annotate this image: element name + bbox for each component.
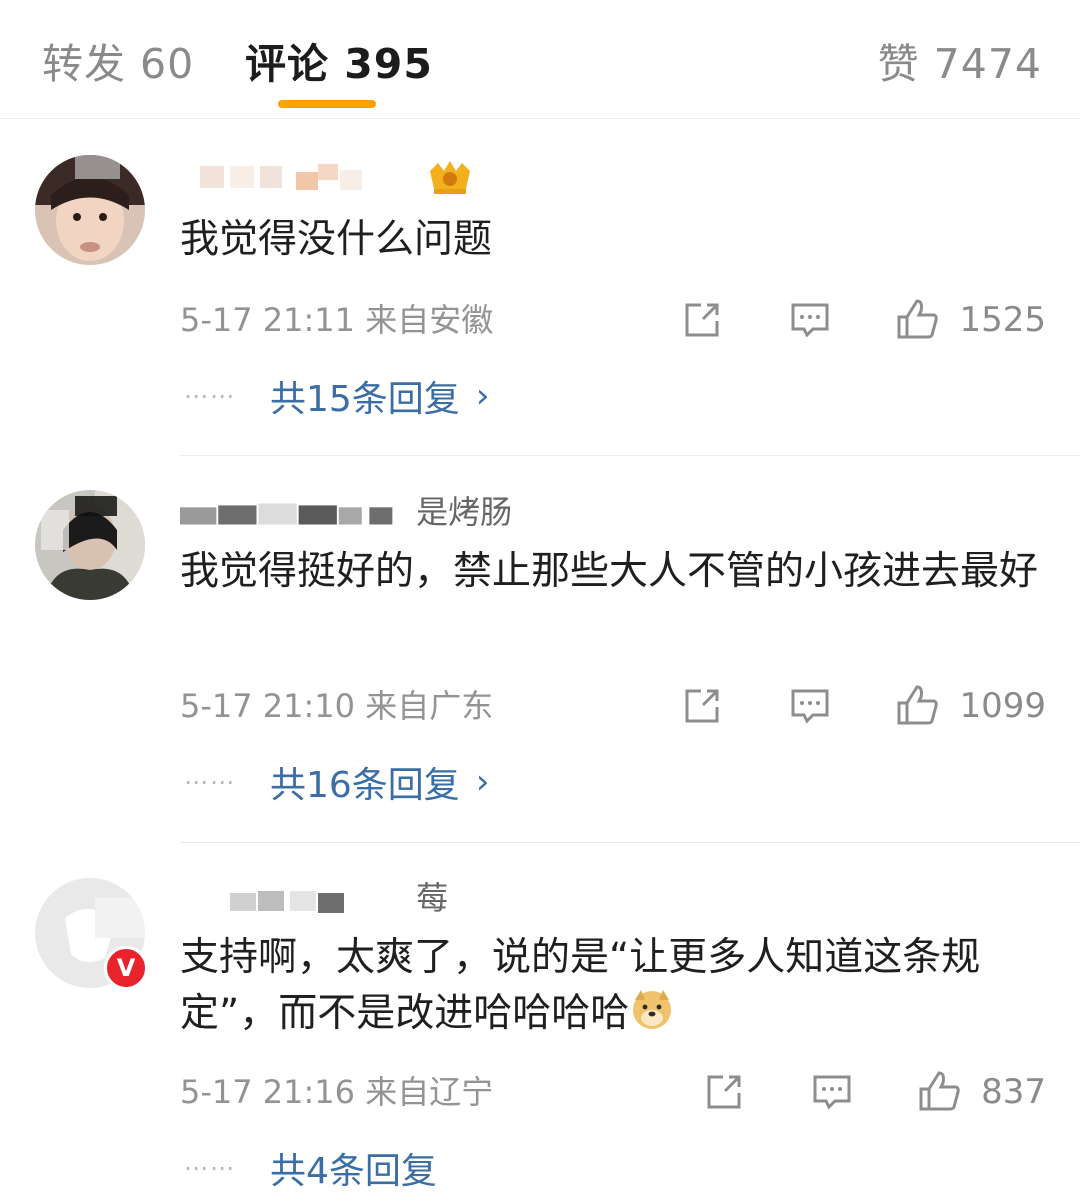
comment-meta: 5-17 21:11 来自安徽	[180, 301, 494, 339]
blurred-username	[180, 503, 393, 525]
comment-meta: 5-17 21:16 来自辽宁	[180, 1073, 494, 1111]
like-count: 1525	[959, 300, 1046, 340]
comment-text-body: 支持啊，太爽了，说的是“让更多人知道这条规定”，而不是改进哈哈哈哈	[180, 935, 981, 1036]
divider	[180, 455, 1080, 456]
username[interactable]: 莓	[180, 876, 448, 920]
share-icon[interactable]	[701, 1069, 747, 1115]
username-suffix: 莓	[416, 879, 449, 917]
comment-icon[interactable]	[787, 297, 833, 343]
verified-badge: V	[104, 946, 148, 990]
comment-actions: 1099	[679, 682, 1046, 730]
comment-text: 我觉得没什么问题	[180, 217, 493, 262]
share-icon[interactable]	[679, 297, 725, 343]
doge-emoji-icon	[633, 990, 672, 1029]
tab-comment[interactable]: 评论 395	[245, 30, 433, 90]
avatar[interactable]	[35, 490, 145, 600]
comment-meta: 5-17 21:10 来自广东	[180, 687, 494, 725]
comment-tabs: 转发 60 评论 395 赞 7474	[0, 0, 1080, 119]
like-icon[interactable]	[895, 297, 941, 343]
view-replies[interactable]: ⋯⋯ 共15条回复 ›	[184, 372, 489, 420]
like-icon[interactable]	[917, 1069, 963, 1115]
avatar[interactable]	[35, 155, 145, 265]
username[interactable]: 是烤肠	[180, 490, 512, 534]
comment-icon[interactable]	[787, 683, 833, 729]
tab-like[interactable]: 赞 7474	[878, 30, 1042, 90]
like-icon[interactable]	[895, 683, 941, 729]
like-count: 837	[981, 1072, 1046, 1112]
replies-dots: ⋯⋯	[184, 768, 236, 796]
divider	[180, 842, 1080, 843]
replies-link[interactable]: 共15条回复	[270, 370, 460, 422]
comment-icon[interactable]	[809, 1069, 855, 1115]
replies-link[interactable]: 共4条回复	[270, 1142, 437, 1194]
comment-text: 我觉得挺好的，禁止那些大人不管的小孩进去最好	[180, 549, 1039, 594]
tab-repost[interactable]: 转发 60	[42, 30, 194, 90]
replies-dots: ⋯⋯	[184, 1154, 236, 1182]
like-count: 1099	[959, 686, 1046, 726]
view-replies[interactable]: ⋯⋯ 共16条回复 ›	[184, 758, 489, 806]
username[interactable]	[180, 153, 476, 197]
replies-dots: ⋯⋯	[184, 382, 236, 410]
blurred-username	[200, 164, 362, 190]
view-replies[interactable]: ⋯⋯ 共4条回复	[184, 1144, 437, 1192]
replies-link[interactable]: 共16条回复	[270, 756, 460, 808]
comment-actions: 837	[701, 1068, 1046, 1116]
username-suffix: 是烤肠	[416, 493, 513, 531]
share-icon[interactable]	[679, 683, 725, 729]
comment-actions: 1525	[679, 296, 1046, 344]
comment-text: 支持啊，太爽了，说的是“让更多人知道这条规定”，而不是改进哈哈哈哈	[180, 930, 1040, 1042]
chevron-right-icon: ›	[475, 376, 490, 416]
chevron-right-icon: ›	[475, 762, 490, 802]
crown-badge-icon	[430, 161, 471, 194]
active-tab-indicator	[278, 100, 376, 108]
blurred-username	[230, 891, 344, 913]
